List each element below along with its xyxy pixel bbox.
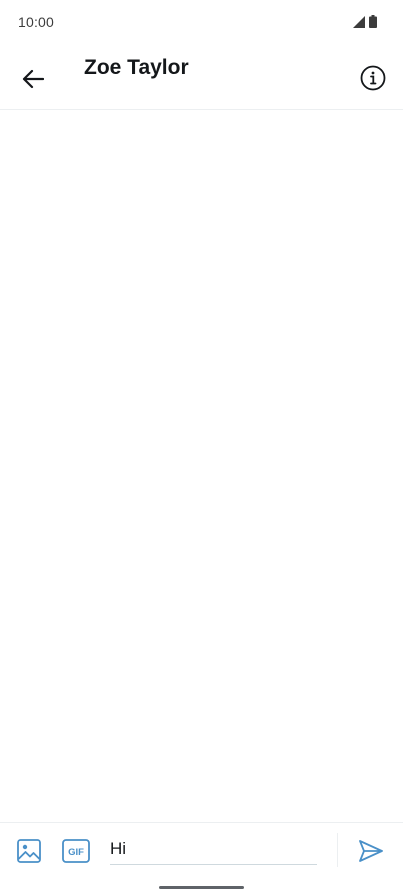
page-title: Zoe Taylor	[84, 56, 189, 79]
battery-icon	[369, 15, 377, 28]
gif-button[interactable]: GIF	[62, 839, 90, 863]
status-bar: 10:00	[0, 0, 403, 44]
status-time: 10:00	[18, 14, 55, 30]
send-button[interactable]	[357, 837, 385, 865]
message-input[interactable]	[110, 833, 317, 865]
send-icon	[359, 840, 383, 862]
gif-label: GIF	[68, 847, 84, 858]
status-icons	[353, 15, 377, 28]
composer-divider	[337, 833, 338, 867]
app-bar: Zoe Taylor	[0, 44, 403, 110]
signal-icon	[353, 16, 365, 28]
image-icon	[17, 839, 41, 863]
back-button[interactable]	[16, 62, 50, 96]
gif-icon: GIF	[62, 839, 90, 863]
message-area[interactable]	[0, 110, 403, 822]
info-icon	[360, 65, 386, 91]
home-indicator	[159, 886, 244, 889]
arrow-left-icon	[22, 69, 44, 89]
add-media-button[interactable]	[15, 837, 43, 865]
message-composer: GIF	[0, 822, 403, 876]
info-button[interactable]	[357, 62, 389, 94]
